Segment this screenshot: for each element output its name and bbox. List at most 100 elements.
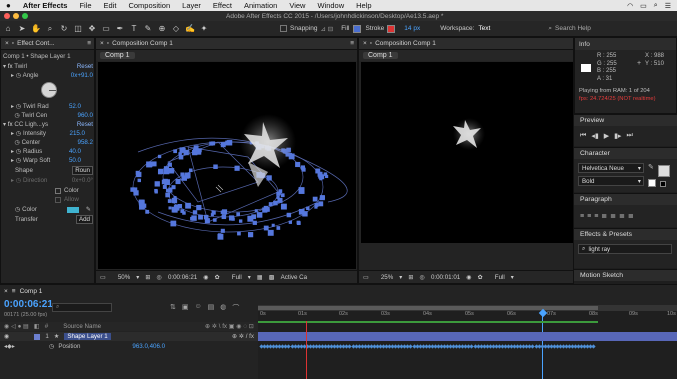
layer-switches[interactable]: ⊕ ✲ / fx [232,333,254,340]
last-frame-icon[interactable]: ⏭ [626,132,632,140]
justify-center-icon[interactable]: ≣ [610,212,616,220]
snapshot-icon[interactable]: ◉ [203,274,208,281]
brush-tool-icon[interactable]: ✎ [142,23,154,35]
mask-icon[interactable]: ◎ [420,274,425,281]
camera-select-left[interactable]: Active Ca [281,274,307,281]
stroke-swatch[interactable] [387,24,396,33]
stroke-width-value[interactable]: 14 px [404,25,420,32]
menu-view[interactable]: View [283,1,311,10]
draft-3d-icon[interactable]: ▣ [182,303,189,313]
menu-animation[interactable]: Animation [238,1,283,10]
panel-menu-icon[interactable]: ≡ [87,40,91,47]
show-channel-icon[interactable]: ✿ [478,274,483,281]
prev-frame-icon[interactable]: ◂▮ [591,132,598,140]
search-help-input[interactable]: Search Help [555,25,591,32]
composition-tab-right[interactable]: × ▫ Composition Comp 1 [359,38,573,50]
fill-swatch[interactable] [352,24,361,33]
effect-row-intensity[interactable]: ▸ ◷ Intensity 215.0 [11,129,93,138]
selection-tool-icon[interactable]: ➤ [16,23,28,35]
visibility-icon[interactable]: ◉ [4,333,9,340]
first-frame-icon[interactable]: ⏮ [580,132,586,140]
minimize-window-button[interactable] [13,13,19,19]
menu-help[interactable]: Help [350,1,377,10]
time-ruler[interactable]: 0s 01s 02s 03s 04s 05s 06s 07s 08s 09s 1… [258,311,677,321]
pin-tool-icon[interactable]: ✦ [198,23,210,35]
timeline-graph[interactable]: 0s 01s 02s 03s 04s 05s 06s 07s 08s 09s 1… [258,305,677,379]
color-swatch[interactable] [67,206,79,213]
comp-subtab-right[interactable]: Comp 1 [363,52,398,59]
next-frame-icon[interactable]: ▮▸ [614,132,621,140]
allow-checkbox-row[interactable]: Allow [55,195,79,204]
align-right-icon[interactable]: ≡ [594,213,598,220]
effect-row-shape[interactable]: Shape Roun [15,166,93,175]
effect-row-transfer[interactable]: Transfer Add [15,215,93,224]
label-color[interactable] [34,333,41,340]
wifi-icon[interactable]: ◠ [627,2,633,10]
transparency-grid-icon[interactable]: ▩ [269,274,275,281]
close-tab-icon[interactable]: × [363,40,367,47]
effect-controls-tab[interactable]: × ▫ Effect Cont... ≡ [1,38,94,50]
effect-row-angle[interactable]: ▸ ◷ Angle 0x+91.0 [11,71,93,80]
close-tab-icon[interactable]: × [100,40,104,47]
rectangle-tool-icon[interactable]: ▭ [100,23,112,35]
pan-behind-tool-icon[interactable]: ✥ [86,23,98,35]
shape-layer-render[interactable] [98,62,356,269]
rotate-tool-icon[interactable]: ↻ [58,23,70,35]
chevron-down-icon[interactable]: ▾ [248,274,251,281]
zoom-select-right[interactable]: 25% [381,274,393,281]
workspace-select[interactable]: Text [478,25,538,32]
menu-app[interactable]: After Effects [17,1,74,10]
justify-right-icon[interactable]: ≣ [619,212,625,220]
close-tab-icon[interactable]: × [5,40,9,47]
current-time-right[interactable]: 0:00:01:01 [431,274,460,281]
composition-viewer-left[interactable] [98,62,356,269]
allow-checkbox[interactable] [55,196,61,203]
composition-tab-left[interactable]: × ▫ Composition Comp 1 ≡ [96,38,357,50]
comp-flowchart-icon[interactable]: ⇅ [170,303,176,313]
menu-layer[interactable]: Layer [176,1,207,10]
panel-menu-icon[interactable]: ≡ [350,40,354,47]
align-left-icon[interactable]: ≡ [580,213,584,220]
motion-blur-icon[interactable]: ◍ [220,303,226,313]
zoom-window-button[interactable] [22,13,28,19]
apple-icon[interactable]: ● [0,1,17,10]
close-tab-icon[interactable]: × [4,288,8,295]
menu-composition[interactable]: Composition [122,1,176,10]
composition-viewer-right[interactable] [361,62,573,243]
play-icon[interactable]: ▶ [604,132,609,140]
snapshot-icon[interactable]: ◉ [466,274,471,281]
menu-edit[interactable]: Edit [98,1,123,10]
snapping-checkbox[interactable] [280,25,287,32]
type-tool-icon[interactable]: T [128,23,140,35]
character-panel-header[interactable]: Character [574,147,677,159]
show-channel-icon[interactable]: ✿ [215,274,220,281]
font-family-select[interactable]: Helvetica Neue ▾ [578,163,644,173]
effect-row-twirl-center[interactable]: ◷ Twirl Cen 960.0 [11,111,93,120]
font-style-select[interactable]: Bold ▾ [578,176,644,186]
always-preview-icon[interactable]: ▭ [100,274,106,281]
grid-icon[interactable]: ⊞ [145,274,150,281]
zoom-tool-icon[interactable]: ⌕ [44,23,56,35]
preview-panel-header[interactable]: Preview [574,114,677,126]
motion-sketch-panel-header[interactable]: Motion Sketch [574,269,677,281]
angle-dial[interactable] [41,82,57,98]
effect-row-color[interactable]: ◷ Color ✎ [15,205,93,214]
clone-tool-icon[interactable]: ⊕ [156,23,168,35]
justify-left-icon[interactable]: ≣ [601,212,607,220]
effects-presets-panel-header[interactable]: Effects & Presets [574,228,677,240]
menu-file[interactable]: File [73,1,97,10]
effects-search-field[interactable]: ⌕ light ray [578,244,672,254]
effect-row-warp-softness[interactable]: ▸ ◷ Warp Soft 50.0 [11,156,93,165]
resolution-select-right[interactable]: Full [495,274,505,281]
snapping-options-icon[interactable]: ⊿ ⊟ [320,25,333,33]
menu-list-icon[interactable]: ☰ [665,2,671,10]
paragraph-panel-header[interactable]: Paragraph [574,193,677,205]
region-icon[interactable]: ▦ [257,274,263,281]
always-preview-icon[interactable]: ▭ [363,274,369,281]
fill-color-swatch[interactable] [658,165,670,177]
roto-tool-icon[interactable]: ✍ [184,23,196,35]
search-icon[interactable]: ⌕ [654,2,658,10]
graph-editor-icon[interactable]: ⌒ [232,303,239,313]
zoom-select-left[interactable]: 50% [118,274,130,281]
stroke-color-swatch[interactable] [648,179,656,187]
